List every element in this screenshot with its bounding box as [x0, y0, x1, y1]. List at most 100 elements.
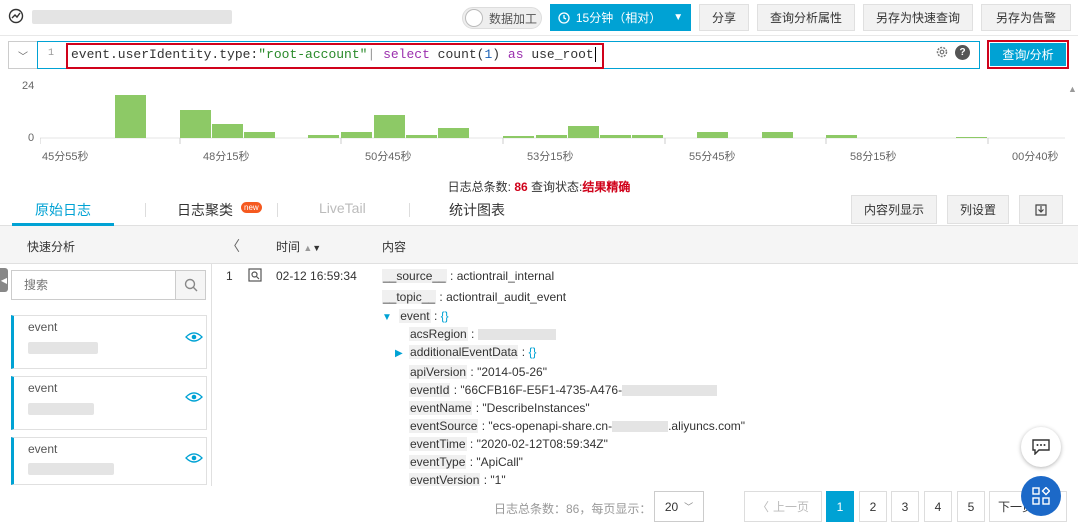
query-value: "root-account"	[258, 47, 368, 62]
x-axis	[40, 138, 989, 144]
content-column-display-button[interactable]: 内容列显示	[851, 195, 937, 224]
log-field-acsregion: acsRegion :	[409, 327, 556, 341]
share-button[interactable]: 分享	[699, 4, 749, 31]
object-brace: {}	[528, 345, 537, 359]
page-button-1[interactable]: 1	[826, 491, 854, 522]
apps-menu-button[interactable]	[1021, 476, 1061, 516]
field-value[interactable]: "66CFB16F-E5F1-4735-A476-	[460, 383, 622, 397]
sort-icon[interactable]: ▲	[303, 243, 312, 253]
eye-icon[interactable]	[185, 452, 203, 464]
x-tick-label: 00分40秒	[1012, 151, 1059, 163]
eye-icon[interactable]	[185, 331, 203, 343]
field-value[interactable]: "2020-02-12T08:59:34Z"	[477, 437, 608, 451]
context-browse-icon[interactable]	[248, 268, 262, 282]
field-key[interactable]: additionalEventData	[409, 345, 519, 359]
expand-right-icon[interactable]: ▶	[395, 348, 403, 359]
field-key[interactable]: eventId	[409, 383, 451, 397]
query-field: event.userIdentity.type:	[71, 47, 259, 62]
tab-raw-logs[interactable]: 原始日志	[35, 200, 91, 220]
field-value[interactable]: "1"	[490, 473, 505, 487]
toggle-knob	[465, 9, 483, 27]
eye-icon[interactable]	[185, 391, 203, 403]
field-key[interactable]: eventType	[409, 455, 467, 469]
page-button-5[interactable]: 5	[957, 491, 985, 522]
save-as-alert-button[interactable]: 另存为告警	[981, 4, 1071, 31]
logstore-icon	[8, 8, 24, 24]
query-history-dropdown[interactable]: ﹀	[8, 41, 38, 69]
data-processing-toggle[interactable]: 数据加工	[462, 7, 542, 29]
log-histogram: 24 0 45分55秒 48分15秒 50分45秒 53分15秒 55分45秒 …	[0, 72, 1078, 182]
log-field-additionaleventdata[interactable]: ▶ additionalEventData : {}	[395, 345, 537, 359]
query-keyword-as: as	[507, 47, 524, 62]
field-key[interactable]: event	[399, 309, 431, 323]
collapse-histogram-icon[interactable]: ▲	[1068, 84, 1077, 94]
log-field-topic: __topic__ : actiontrail_audit_event	[382, 290, 567, 304]
tab-divider	[145, 203, 146, 217]
field-key[interactable]: eventVersion	[409, 473, 481, 487]
field-value[interactable]: .aliyuncs.com"	[668, 419, 745, 433]
search-analyze-button[interactable]: 查询/分析	[990, 43, 1066, 66]
field-value-redacted	[28, 342, 98, 354]
text-cursor	[594, 47, 596, 62]
search-icon	[184, 278, 197, 292]
field-value-redacted	[28, 463, 114, 475]
row-number: 1	[226, 269, 233, 283]
tab-livetail[interactable]: LiveTail	[319, 200, 366, 216]
field-value[interactable]: actiontrail_internal	[457, 269, 554, 283]
query-status-label: 查询状态:	[531, 180, 583, 194]
field-key[interactable]: __topic__	[382, 290, 437, 304]
tab-log-clustering[interactable]: 日志聚类	[177, 200, 233, 220]
field-value[interactable]: "ecs-openapi-share.cn-	[488, 419, 612, 433]
field-search-button[interactable]	[175, 270, 206, 300]
time-range-button[interactable]: 15分钟（相对） ▼	[550, 4, 691, 31]
save-as-saved-search-button[interactable]: 另存为快速查询	[863, 4, 973, 31]
log-field-eventtype: eventType : "ApiCall"	[409, 455, 523, 469]
field-key[interactable]: acsRegion	[409, 327, 468, 341]
query-text[interactable]: event.userIdentity.type:"root-account"| …	[71, 47, 596, 62]
page-button-2[interactable]: 2	[859, 491, 887, 522]
x-tick-label: 55分45秒	[689, 151, 736, 163]
help-icon[interactable]: ?	[955, 45, 970, 60]
log-field-event[interactable]: ▼ event : {}	[382, 309, 449, 323]
column-header-time[interactable]: 时间 ▲▼	[276, 238, 321, 255]
sort-desc-icon[interactable]: ▼	[312, 243, 321, 253]
query-function: count(	[429, 47, 485, 62]
page-button-3[interactable]: 3	[891, 491, 919, 522]
field-key[interactable]: eventName	[409, 401, 473, 415]
log-field-eventversion: eventVersion : "1"	[409, 473, 506, 487]
x-tick-label: 53分15秒	[527, 151, 574, 163]
tab-charts[interactable]: 统计图表	[449, 200, 505, 220]
page-size-select[interactable]: 20 ﹀	[654, 491, 704, 522]
collapse-panel-handle[interactable]: ◀	[0, 268, 8, 292]
query-properties-button[interactable]: 查询分析属性	[757, 4, 855, 31]
expand-down-icon[interactable]: ▼	[382, 312, 392, 323]
download-button[interactable]	[1019, 195, 1063, 224]
field-value[interactable]: "2014-05-26"	[477, 365, 547, 379]
field-value-redacted	[622, 385, 718, 397]
field-search-input[interactable]	[11, 270, 176, 300]
field-key[interactable]: __source__	[382, 269, 447, 283]
field-key[interactable]: eventTime	[409, 437, 467, 451]
clock-icon	[558, 11, 570, 24]
total-count-value: 86	[514, 180, 528, 194]
chevron-down-icon: ﹀	[18, 51, 28, 63]
field-key[interactable]: eventSource	[409, 419, 479, 433]
field-key[interactable]: apiVersion	[409, 365, 468, 379]
field-value[interactable]: "DescribeInstances"	[482, 401, 589, 415]
y-axis-min: 0	[28, 132, 35, 144]
field-value[interactable]: actiontrail_audit_event	[446, 290, 566, 304]
log-table-header	[212, 226, 1078, 264]
field-value[interactable]: "ApiCall"	[476, 455, 523, 469]
chevron-left-icon[interactable]: 〈	[226, 236, 240, 256]
new-badge: new	[241, 202, 262, 213]
query-alias: use_root	[523, 47, 594, 62]
page-button-4[interactable]: 4	[924, 491, 952, 522]
field-value-redacted	[28, 403, 94, 415]
feedback-chat-button[interactable]	[1021, 427, 1061, 467]
column-settings-button[interactable]: 列设置	[947, 195, 1009, 224]
gear-icon[interactable]	[935, 45, 949, 59]
log-field-eventsource: eventSource : "ecs-openapi-share.cn- .ali…	[409, 419, 746, 433]
prev-page-button[interactable]: 〈上一页	[744, 491, 822, 522]
apps-grid-icon	[1032, 487, 1050, 505]
query-status-value: 结果精确	[582, 180, 631, 194]
